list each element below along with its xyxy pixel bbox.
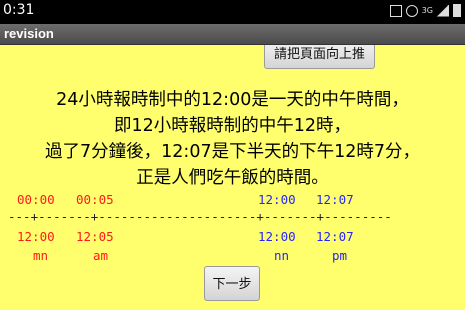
- lesson-content[interactable]: 請把頁面向上推 24小時報時制中的12:00是一天的中午時間， 即12小時報時制…: [0, 45, 465, 310]
- next-button[interactable]: 下一步: [204, 266, 260, 301]
- signal-icon: [437, 4, 449, 17]
- timeline-top-red-1: 00:00: [17, 192, 55, 207]
- timeline-bottom-blue-sub-1: nn: [274, 248, 290, 263]
- timeline-bottom-red-1: 12:00: [17, 229, 55, 244]
- app-title: revision: [4, 26, 54, 41]
- timeline-axis: ---+-------+---------------------+------…: [8, 209, 392, 224]
- timeline-bottom-red-sub-1: mn: [33, 248, 49, 263]
- timeline-top-red-2: 00:05: [76, 192, 114, 207]
- timeline-bottom-red-2: 12:05: [76, 229, 114, 244]
- scroll-up-button[interactable]: 請把頁面向上推: [264, 45, 375, 69]
- paragraph-line-4: 正是人們吃午飯的時間。: [136, 168, 329, 188]
- timeline-bottom-blue-2: 12:07: [316, 229, 354, 244]
- status-time: 0:31: [3, 2, 35, 18]
- timeline-top-blue-2: 12:07: [316, 192, 354, 207]
- network-icon: 3G: [421, 5, 433, 15]
- timeline-top-blue-1: 12:00: [258, 192, 296, 207]
- status-icons: 3G: [389, 4, 461, 17]
- paragraph-line-3: 過了7分鐘後，12:07是下半天的下午12時7分，: [45, 142, 420, 162]
- timeline-bottom-blue-1: 12:00: [258, 229, 296, 244]
- alarm-icon: [405, 4, 418, 17]
- timeline-bottom-blue-sub-2: pm: [332, 248, 348, 263]
- paragraph-line-1: 24小時報時制中的12:00是一天的中午時間，: [56, 90, 409, 110]
- status-bar: 0:31 3G: [0, 0, 465, 24]
- battery-icon: [453, 4, 461, 17]
- action-bar: revision: [0, 24, 465, 45]
- notification-icon: [389, 4, 402, 17]
- timeline-bottom-red-sub-2: am: [93, 248, 109, 263]
- paragraph-line-2: 即12小時報時制的中午12時，: [113, 116, 352, 136]
